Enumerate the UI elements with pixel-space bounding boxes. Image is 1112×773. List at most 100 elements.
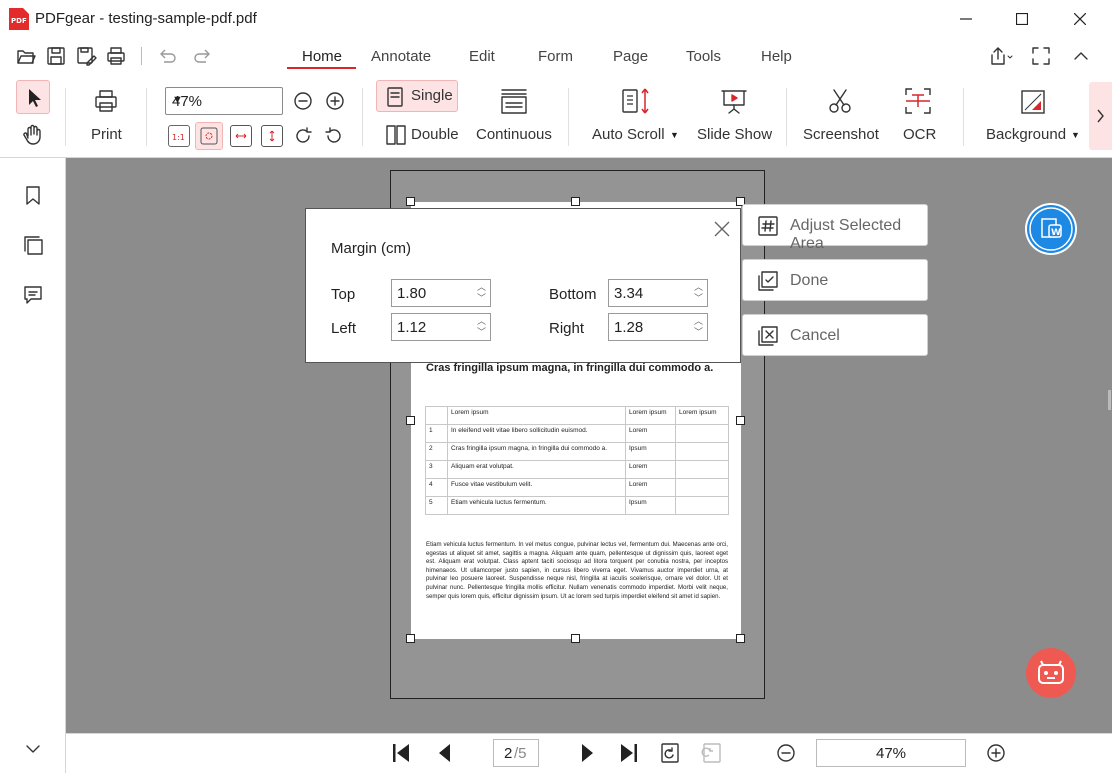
comments-icon[interactable] (22, 284, 44, 306)
slide-show-icon[interactable] (719, 86, 749, 116)
maximize-button[interactable] (994, 0, 1050, 38)
sidebar-expand-chevron-icon[interactable] (22, 738, 44, 760)
tab-home[interactable]: Home (302, 48, 342, 65)
tab-help[interactable]: Help (761, 48, 792, 65)
crop-handle-top[interactable] (571, 197, 580, 206)
tab-page[interactable]: Page (613, 48, 648, 65)
ocr-icon[interactable] (903, 86, 933, 116)
table-cell: 1 (425, 424, 448, 443)
last-page-icon[interactable] (617, 741, 641, 765)
open-folder-icon[interactable] (15, 45, 37, 67)
done-button[interactable]: Done (742, 259, 928, 301)
rotate-clockwise-icon[interactable] (292, 125, 314, 147)
next-page-icon[interactable] (574, 741, 598, 765)
save-as-icon[interactable] (75, 45, 97, 67)
next-view-icon[interactable] (700, 741, 724, 765)
zoom-select[interactable]: 47% ▼ (165, 87, 283, 115)
slide-show-label[interactable]: Slide Show (697, 126, 772, 143)
zoom-out-bottom-icon[interactable] (775, 742, 797, 764)
spinner-arrows-icon[interactable]: ︿ ﹀ (477, 316, 486, 338)
menu-row: Home Annotate Edit Form Page Tools Help (0, 38, 1112, 74)
spinner-arrows-icon[interactable]: ︿ ﹀ (477, 282, 486, 304)
auto-scroll-dropdown-icon[interactable]: ▼ (670, 130, 679, 140)
cancel-button[interactable]: Cancel (742, 314, 928, 356)
table-cell: Lorem (625, 478, 676, 497)
previous-view-icon[interactable] (658, 741, 682, 765)
screenshot-icon[interactable] (826, 86, 854, 116)
spinner-arrows-icon[interactable]: ︿ ﹀ (694, 316, 703, 338)
tab-tools[interactable]: Tools (686, 48, 721, 65)
left-margin-input[interactable]: 1.12 ︿ ﹀ (391, 313, 491, 341)
select-tool-button[interactable] (16, 80, 50, 114)
actual-size-icon[interactable]: 1:1 (168, 125, 190, 147)
close-dialog-icon[interactable] (712, 219, 732, 239)
tab-form[interactable]: Form (538, 48, 573, 65)
right-margin-input[interactable]: 1.28 ︿ ﹀ (608, 313, 708, 341)
zoom-out-icon[interactable] (292, 90, 314, 112)
left-sidebar (0, 158, 66, 773)
continuous-icon[interactable] (498, 86, 530, 116)
screenshot-label[interactable]: Screenshot (803, 126, 879, 143)
collapse-ribbon-icon[interactable] (1070, 45, 1092, 67)
auto-scroll-icon[interactable] (620, 86, 654, 116)
table-row: 1 In eleifend velit vitae libero sollicit… (425, 424, 729, 443)
zoom-in-icon[interactable] (324, 90, 346, 112)
background-icon[interactable] (1019, 88, 1047, 116)
tab-annotate[interactable]: Annotate (371, 48, 431, 65)
share-icon[interactable] (988, 45, 1014, 67)
zoom-in-bottom-icon[interactable] (985, 742, 1007, 764)
rotate-counterclockwise-icon[interactable] (323, 125, 345, 147)
adjust-selected-area-button[interactable]: Adjust Selected Area (742, 204, 928, 252)
crop-handle-top-left[interactable] (406, 197, 415, 206)
tab-edit[interactable]: Edit (469, 48, 495, 65)
first-page-icon[interactable] (389, 741, 413, 765)
auto-scroll-label[interactable]: Auto Scroll (592, 126, 665, 143)
save-icon[interactable] (45, 45, 67, 67)
hand-tool-icon[interactable] (20, 122, 46, 148)
bookmark-icon[interactable] (22, 184, 44, 206)
background-dropdown-icon[interactable]: ▼ (1071, 130, 1080, 140)
single-page-button[interactable]: Single (376, 80, 458, 112)
crop-handle-left[interactable] (406, 416, 415, 425)
table-cell (675, 496, 729, 515)
total-pages: /5 (514, 745, 527, 762)
page-number-input[interactable]: 2 /5 (493, 739, 539, 767)
table-row: 4 Fusce vitae vestibulum velit. Lorem (425, 478, 729, 497)
crop-handle-bottom-left[interactable] (406, 634, 415, 643)
fit-page-button[interactable] (195, 122, 223, 150)
undo-icon[interactable] (156, 45, 178, 67)
continuous-label[interactable]: Continuous (476, 126, 552, 143)
ai-assistant-button[interactable] (1026, 648, 1076, 698)
fit-height-icon[interactable] (261, 125, 283, 147)
bottom-margin-input[interactable]: 3.34 ︿ ﹀ (608, 279, 708, 307)
table-cell: 2 (425, 442, 448, 461)
redo-icon[interactable] (192, 45, 214, 67)
ocr-label[interactable]: OCR (903, 126, 936, 143)
print-quick-icon[interactable] (105, 45, 127, 67)
crop-handle-bottom-right[interactable] (736, 634, 745, 643)
fit-width-icon[interactable] (230, 125, 252, 147)
table-cell: 4 (425, 478, 448, 497)
print-icon[interactable] (93, 88, 119, 114)
pdf-to-word-button[interactable]: W (1025, 203, 1077, 255)
previous-page-icon[interactable] (434, 741, 458, 765)
fullscreen-icon[interactable] (1030, 45, 1052, 67)
thumbnails-icon[interactable] (22, 234, 44, 256)
print-label[interactable]: Print (91, 126, 122, 143)
double-page-button[interactable]: Double (385, 122, 461, 148)
spinner-arrows-icon[interactable]: ︿ ﹀ (694, 282, 703, 304)
vertical-scrollbar[interactable] (1108, 390, 1111, 410)
table-header-row: Lorem ipsum Lorem ipsum Lorem ipsum (425, 406, 729, 425)
cancel-box-icon (758, 326, 778, 346)
table-cell: Ipsum (625, 442, 676, 461)
crop-handle-bottom[interactable] (571, 634, 580, 643)
crop-handle-right[interactable] (736, 416, 745, 425)
close-window-button[interactable] (1052, 0, 1108, 38)
table-cell: Lorem (625, 424, 676, 443)
single-label: Single (411, 87, 453, 104)
minimize-button[interactable] (938, 0, 994, 38)
zoom-level-field[interactable]: 47% (816, 739, 966, 767)
ribbon-scroll-right-button[interactable] (1089, 82, 1112, 150)
background-label[interactable]: Background (986, 126, 1066, 143)
top-margin-input[interactable]: 1.80 ︿ ﹀ (391, 279, 491, 307)
